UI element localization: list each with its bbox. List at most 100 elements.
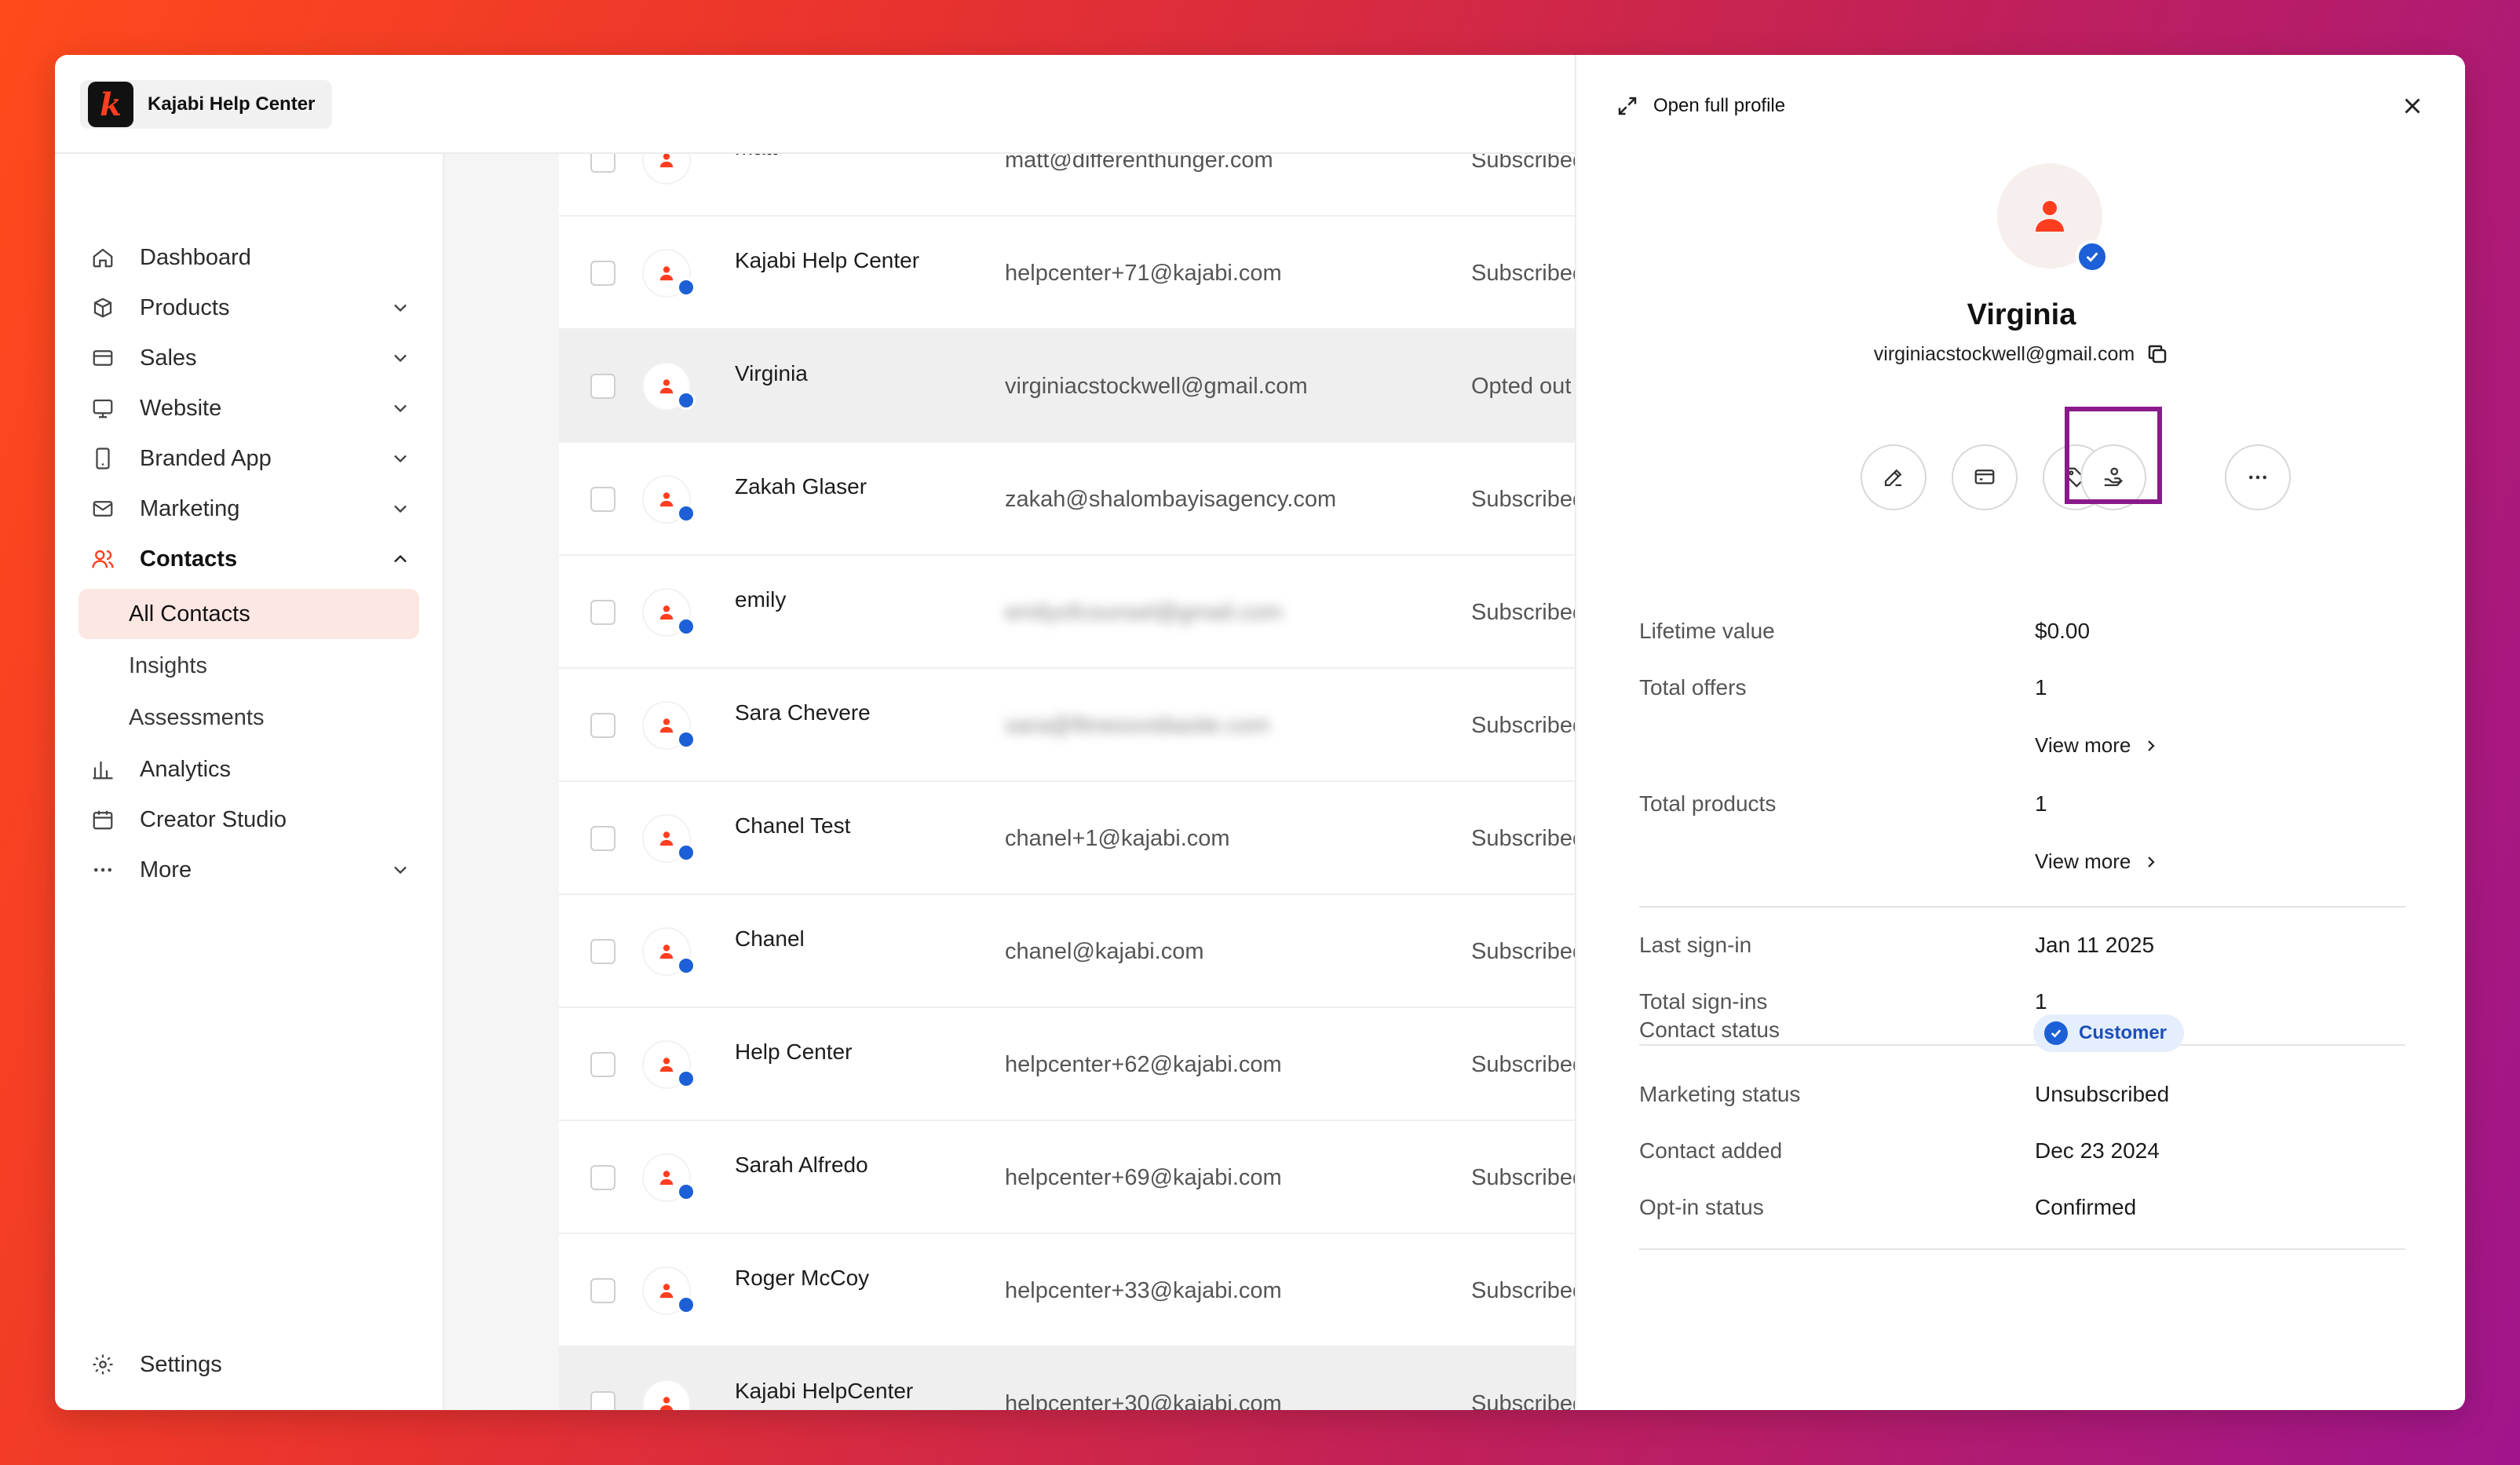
row-checkbox[interactable] — [590, 1278, 615, 1303]
contact-email: helpcenter+69@kajabi.com — [1005, 1165, 1282, 1190]
site-switcher[interactable]: k Kajabi Help Center — [80, 80, 333, 129]
verified-badge-icon — [677, 1295, 696, 1314]
contact-status-value: Customer — [2079, 1022, 2168, 1043]
row-checkbox[interactable] — [590, 261, 615, 286]
chevron-down-icon[interactable] — [389, 397, 411, 419]
contact-name[interactable]: Sarah Alfredo — [735, 1153, 868, 1178]
contact-name[interactable]: Help Center — [735, 1039, 852, 1065]
contact-added-value: Dec 23 2024 — [2035, 1138, 2160, 1163]
sidebar-item-branded-app[interactable]: Branded App — [89, 437, 419, 480]
table-row[interactable]: Chanel Test chanel+1@kajabi.com Subscribed — [559, 782, 1575, 895]
subscription-status: Subscribed — [1471, 1278, 1575, 1303]
contact-name[interactable]: Kajabi HelpCenter — [735, 1379, 913, 1404]
row-checkbox[interactable] — [590, 154, 615, 173]
bar-chart-icon — [89, 756, 116, 783]
contact-name[interactable]: Kajabi Help Center — [735, 248, 919, 273]
sidebar-item-label: Contacts — [140, 546, 238, 572]
subscription-status: Subscribed — [1471, 713, 1575, 738]
table-row[interactable]: Roger McCoy helpcenter+33@kajabi.com Subsc… — [559, 1234, 1575, 1347]
sidebar-item-label: Settings — [140, 1351, 222, 1377]
payment-button[interactable] — [1952, 444, 2018, 510]
table-row[interactable]: Virginia virginiacstockwell@gmail.com Opte… — [559, 330, 1575, 443]
verified-badge-icon — [677, 843, 696, 862]
credit-card-icon — [89, 345, 116, 371]
contact-added-label: Contact added — [1639, 1138, 1783, 1163]
lifetime-value-label: Lifetime value — [1639, 619, 1775, 643]
person-icon — [659, 605, 674, 620]
sidebar-item-label: Creator Studio — [140, 806, 287, 832]
table-row[interactable]: Chanel chanel@kajabi.com Subscribed — [559, 895, 1575, 1008]
verified-badge-icon — [677, 1182, 696, 1201]
row-checkbox[interactable] — [590, 600, 615, 625]
table-row[interactable]: emily emilyofcounsel@gmail.com Subscribed — [559, 556, 1575, 669]
table-row[interactable]: Sarah Alfredo helpcenter+69@kajabi.com Sub… — [559, 1121, 1575, 1234]
sidebar-subitem-assessments[interactable]: Assessments — [79, 692, 419, 743]
table-row[interactable]: Sara Chevere sara@fitnessvidiasite.com Sub… — [559, 669, 1575, 782]
contact-name[interactable]: Chanel — [735, 926, 805, 952]
sidebar-subitem-all-contacts[interactable]: All Contacts — [79, 589, 419, 639]
table-row[interactable]: Help Center helpcenter+62@kajabi.com Subsc… — [559, 1008, 1575, 1121]
chevron-up-icon[interactable] — [389, 548, 411, 570]
row-checkbox[interactable] — [590, 939, 615, 964]
sidebar-item-dashboard[interactable]: Dashboard — [89, 236, 419, 279]
chevron-down-icon[interactable] — [389, 448, 411, 469]
calendar-icon — [89, 806, 116, 833]
sidebar-item-sales[interactable]: Sales — [89, 336, 419, 380]
total-products-value: 1 — [2035, 791, 2047, 816]
close-icon[interactable] — [2399, 93, 2426, 119]
sidebar-subitem-insights[interactable]: Insights — [79, 641, 419, 691]
contact-name[interactable]: Virginia — [735, 361, 808, 386]
contact-status-label: Contact status — [1639, 1017, 1780, 1042]
sidebar-item-analytics[interactable]: Analytics — [89, 747, 419, 791]
sidebar-item-marketing[interactable]: Marketing — [89, 487, 419, 531]
sidebar: Dashboard Products Sales Website Branded… — [55, 154, 444, 1410]
sidebar-item-creator-studio[interactable]: Creator Studio — [89, 798, 419, 842]
offers-view-more-link[interactable]: View more — [2035, 733, 2160, 758]
contact-name[interactable]: emily — [735, 587, 786, 612]
products-view-more-link[interactable]: View more — [2035, 849, 2160, 874]
row-checkbox[interactable] — [590, 1052, 615, 1077]
chevron-down-icon[interactable] — [389, 498, 411, 520]
contact-profile-panel: Open full profile Virginia virginiacstoc… — [1575, 55, 2465, 1410]
contact-name[interactable]: Roger McCoy — [735, 1266, 869, 1291]
chevron-down-icon[interactable] — [389, 859, 411, 881]
sidebar-item-contacts[interactable]: Contacts — [89, 537, 419, 581]
open-full-profile-link[interactable]: Open full profile — [1616, 94, 1785, 118]
contact-email: chanel@kajabi.com — [1005, 939, 1204, 964]
table-row[interactable]: Kajabi Help Center helpcenter+71@kajabi.c… — [559, 217, 1575, 330]
person-icon — [659, 1284, 674, 1299]
mail-icon — [89, 495, 116, 522]
sidebar-item-label: Dashboard — [140, 244, 251, 270]
table-row[interactable]: Zakah Glaser zakah@shalombayisagency.com S… — [559, 443, 1575, 556]
chevron-down-icon[interactable] — [389, 347, 411, 369]
person-icon — [659, 379, 674, 394]
table-row[interactable]: matt matt@differenthunger.com Subscribed — [559, 154, 1575, 217]
row-checkbox[interactable] — [590, 1391, 615, 1410]
row-checkbox[interactable] — [590, 374, 615, 399]
contact-name[interactable]: Chanel Test — [735, 813, 850, 838]
sidebar-item-label: Products — [140, 294, 230, 320]
row-checkbox[interactable] — [590, 1165, 615, 1190]
subscription-status: Subscribed — [1471, 1391, 1575, 1410]
row-checkbox[interactable] — [590, 487, 615, 512]
sidebar-item-more[interactable]: More — [89, 848, 419, 892]
contact-name[interactable]: Zakah Glaser — [735, 474, 867, 499]
sidebar-item-settings[interactable]: Settings — [89, 1343, 419, 1386]
highlight-box — [2065, 407, 2162, 504]
copy-icon[interactable] — [2146, 342, 2169, 366]
sidebar-item-label: Analytics — [140, 756, 232, 782]
sidebar-item-website[interactable]: Website — [89, 386, 419, 430]
more-actions-button[interactable] — [2225, 444, 2291, 510]
edit-contact-button[interactable] — [1861, 444, 1927, 510]
site-name: Kajabi Help Center — [148, 93, 316, 115]
subscription-status: Subscribed — [1471, 1165, 1575, 1190]
sidebar-item-products[interactable]: Products — [89, 286, 419, 330]
open-full-profile-label: Open full profile — [1653, 95, 1786, 116]
contact-status-badge: Customer — [2033, 1014, 2185, 1052]
chevron-down-icon[interactable] — [389, 297, 411, 319]
contact-name[interactable]: matt — [735, 154, 777, 160]
row-checkbox[interactable] — [590, 826, 615, 851]
row-checkbox[interactable] — [590, 713, 615, 738]
table-row[interactable]: Kajabi HelpCenter helpcenter+30@kajabi.co… — [559, 1347, 1575, 1410]
contact-name[interactable]: Sara Chevere — [735, 700, 871, 725]
